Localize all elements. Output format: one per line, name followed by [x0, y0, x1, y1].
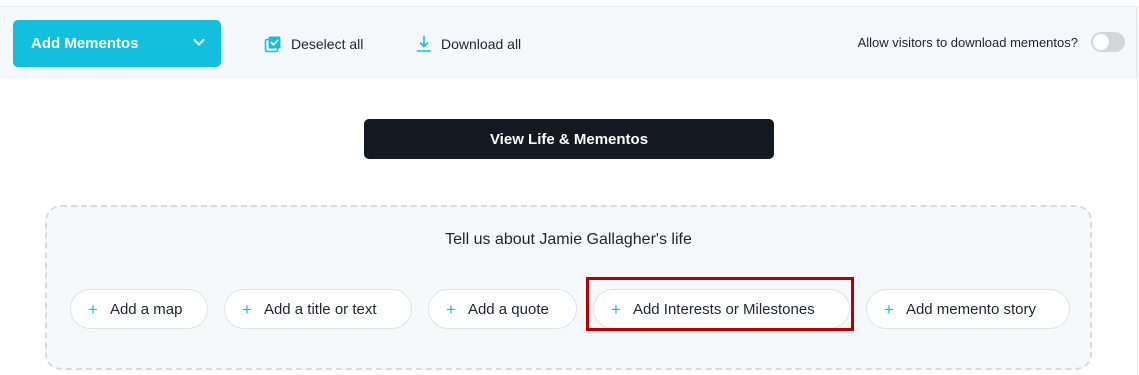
add-memento-story-button[interactable]: + Add memento story [866, 289, 1070, 329]
add-mementos-label: Add Mementos [31, 35, 139, 52]
add-quote-button[interactable]: + Add a quote [428, 289, 577, 329]
plus-icon: + [884, 299, 894, 319]
deselect-all-label: Deselect all [291, 36, 364, 52]
life-prompt-panel: Tell us about Jamie Gallagher's life + A… [45, 205, 1092, 370]
download-all-button[interactable]: Download all [416, 33, 521, 55]
memento-editor-page: Add Mementos Deselect all Download all A… [0, 0, 1139, 375]
plus-icon: + [446, 299, 456, 319]
add-interests-milestones-label: Add Interests or Milestones [632, 300, 815, 318]
add-interests-milestones-button[interactable]: + Add Interests or Milestones [593, 289, 850, 329]
add-map-label: Add a map [109, 300, 183, 318]
mementos-toolbar: Add Mementos Deselect all Download all A… [0, 6, 1137, 79]
view-life-mementos-button[interactable]: View Life & Mementos [364, 119, 774, 159]
life-prompt-title: Tell us about Jamie Gallagher's life [445, 231, 692, 248]
checkbox-stack-icon [264, 36, 281, 53]
plus-icon: + [88, 299, 98, 319]
plus-icon: + [611, 299, 621, 319]
allow-download-toggle[interactable] [1091, 32, 1125, 52]
allow-download-label: Allow visitors to download mementos? [857, 35, 1078, 50]
download-icon [416, 35, 432, 52]
add-memento-story-label: Add memento story [905, 300, 1036, 318]
plus-icon: + [242, 299, 252, 319]
add-title-text-button[interactable]: + Add a title or text [224, 289, 412, 329]
add-map-button[interactable]: + Add a map [70, 289, 208, 329]
deselect-all-button[interactable]: Deselect all [264, 33, 363, 55]
download-all-label: Download all [441, 36, 522, 52]
add-mementos-dropdown[interactable]: Add Mementos [13, 20, 221, 67]
add-quote-label: Add a quote [467, 300, 549, 318]
toggle-knob [1093, 34, 1109, 50]
chevron-down-icon [193, 39, 205, 46]
add-title-text-label: Add a title or text [263, 300, 377, 318]
panel-divider [1137, 6, 1138, 375]
